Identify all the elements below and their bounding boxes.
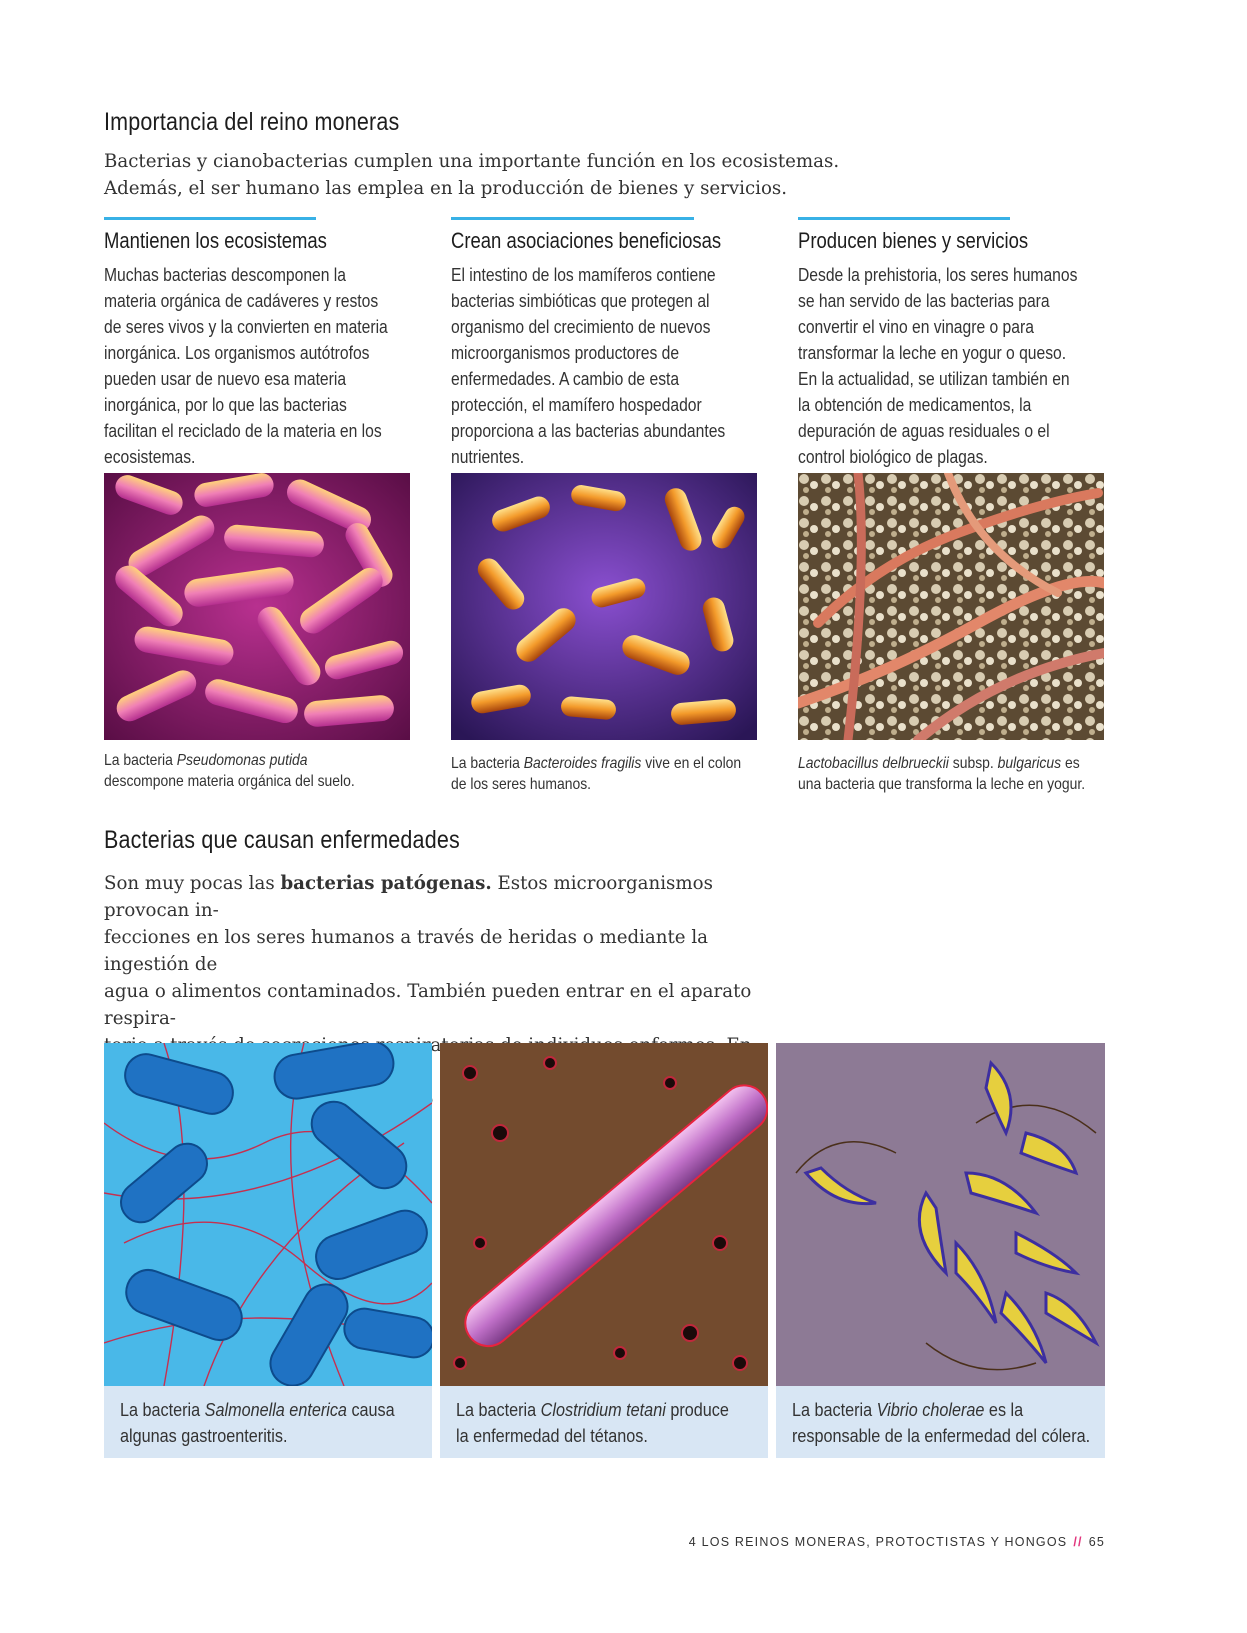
pseudomonas-micrograph (104, 473, 410, 740)
text-line: ecosistemas. (104, 447, 196, 467)
text-line: pueden usar de nuevo esa materia (104, 369, 347, 389)
caption-text: La bacteria (792, 1400, 877, 1420)
column-text: El intestino de los mamíferos contiene b… (451, 262, 751, 470)
section-title-pathogens: Bacterias que causan enfermedades (104, 826, 460, 854)
caption-text: La bacteria (104, 752, 177, 769)
key-term: bacterias patógenas. (280, 873, 492, 894)
text-line: enfermedades. A cambio de esta (451, 369, 680, 389)
text-line: materia orgánica de cadáveres y restos (104, 291, 379, 311)
caption-text: causa (346, 1400, 395, 1420)
text-line: facilitan el reciclado de la materia en … (104, 421, 382, 441)
lead-line: Bacterias y cianobacterias cumplen una i… (104, 151, 840, 172)
caption-text: subsp. (948, 755, 998, 772)
caption-text: la enfermedad del tétanos. (456, 1426, 648, 1446)
species-name: Vibrio cholerae (876, 1400, 985, 1420)
caption-text: vive en el colon (641, 755, 742, 772)
text-line: inorgánica, por lo que las bacterias (104, 395, 347, 415)
species-name: bulgaricus (997, 755, 1062, 772)
caption-box: La bacteria Salmonella enterica causa al… (104, 1386, 432, 1458)
text-line: Muchas bacterias descomponen la (104, 265, 346, 285)
page-footer: 4 LOS REINOS MONERAS, PROTOCTISTAS Y HON… (689, 1535, 1105, 1549)
caption-text: La bacteria (120, 1400, 205, 1420)
text-line: organismo del crecimiento de nuevos (451, 317, 711, 337)
species-name: Clostridium tetani (540, 1400, 666, 1420)
text-line: depuración de aguas residuales o el (798, 421, 1050, 441)
vibrio-micrograph (776, 1043, 1105, 1386)
clostridium-micrograph (440, 1043, 768, 1386)
textbook-page: { "section1": { "title": "Importancia de… (0, 0, 1247, 1633)
text-line: control biológico de plagas. (798, 447, 988, 467)
caption-text: La bacteria (456, 1400, 541, 1420)
text-line: microorganismos productores de (451, 343, 680, 363)
column-rule (451, 217, 694, 220)
page-number: 65 (1088, 1535, 1105, 1549)
caption-text: descompone materia orgánica del suelo. (104, 773, 355, 790)
image-caption: La bacteria Pseudomonas putida descompon… (104, 750, 426, 792)
species-name: Salmonella enterica (204, 1400, 347, 1420)
species-name: Lactobacillus delbrueckii (798, 755, 949, 772)
text-line: nutrientes. (451, 447, 525, 467)
column-rule (104, 217, 316, 220)
caption-text: algunas gastroenteritis. (120, 1426, 288, 1446)
caption-box: La bacteria Clostridium tetani produce l… (440, 1386, 768, 1458)
column-heading: Producen bienes y servicios (798, 228, 1029, 253)
text-line: se han servido de las bacterias para (798, 291, 1050, 311)
lead-line: Además, el ser humano las emplea en la p… (104, 178, 788, 199)
image-caption: La bacteria Bacteroides fragilis vive en… (451, 753, 773, 795)
text-line: inorgánica. Los organismos autótrofos (104, 343, 370, 363)
caption-box: La bacteria Vibrio cholerae es la respon… (776, 1386, 1105, 1458)
caption-text: una bacteria que transforma la leche en … (798, 776, 1086, 793)
salmonella-micrograph (104, 1043, 432, 1386)
body-line: agua o alimentos contaminados. También p… (104, 981, 752, 1029)
column-rule (798, 217, 1010, 220)
body-text: Son muy pocas las (104, 873, 281, 894)
lactobacillus-micrograph (798, 473, 1104, 740)
text-line: bacterias simbióticas que protegen al (451, 291, 710, 311)
species-name: Pseudomonas putida (176, 752, 308, 769)
section-lead: Bacterias y cianobacterias cumplen una i… (104, 148, 839, 202)
caption-text: es (1061, 755, 1080, 772)
section-title-importance: Importancia del reino moneras (104, 108, 400, 136)
text-line: El intestino de los mamíferos contiene (451, 265, 716, 285)
text-line: En la actualidad, se utilizan también en (798, 369, 1070, 389)
caption-text: de los seres humanos. (451, 776, 592, 793)
body-line: fecciones en los seres humanos a través … (104, 927, 708, 975)
column-heading: Mantienen los ecosistemas (104, 228, 327, 253)
column-text: Muchas bacterias descomponen la materia … (104, 262, 404, 470)
text-line: proporciona a las bacterias abundantes (451, 421, 726, 441)
text-line: convertir el vino en vinagre o para (798, 317, 1034, 337)
species-name: Bacteroides fragilis (523, 755, 642, 772)
column-text: Desde la prehistoria, los seres humanos … (798, 262, 1098, 470)
chapter-title: 4 LOS REINOS MONERAS, PROTOCTISTAS Y HON… (688, 1535, 1068, 1549)
image-caption: Lactobacillus delbrueckii subsp. bulgari… (798, 753, 1120, 795)
footer-separator: // (1073, 1535, 1083, 1549)
caption-text: es la (984, 1400, 1024, 1420)
caption-text: produce (665, 1400, 729, 1420)
caption-text: responsable de la enfermedad del cólera. (792, 1426, 1091, 1446)
column-heading: Crean asociaciones beneficiosas (451, 228, 722, 253)
text-line: la obtención de medicamentos, la (798, 395, 1032, 415)
caption-text: La bacteria (451, 755, 524, 772)
bacteroides-illustration (451, 473, 757, 740)
text-line: protección, el mamífero hospedador (451, 395, 702, 415)
text-line: de seres vivos y la convierten en materi… (104, 317, 388, 337)
text-line: Desde la prehistoria, los seres humanos (798, 265, 1078, 285)
text-line: transformar la leche en yogur o queso. (798, 343, 1067, 363)
